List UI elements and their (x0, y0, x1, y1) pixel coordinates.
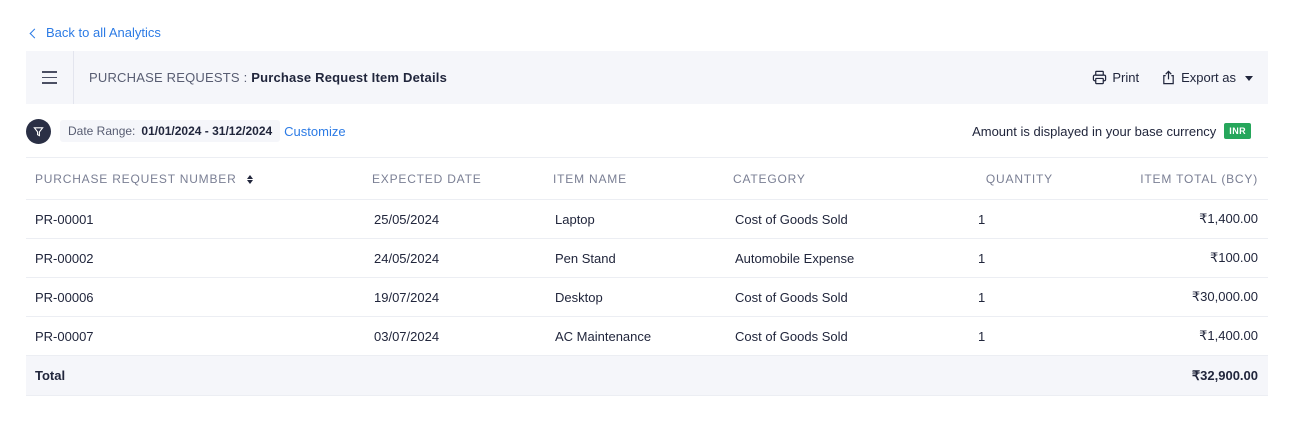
item-name: Pen Stand (555, 250, 616, 266)
purchase-request-number[interactable]: PR-00007 (26, 329, 372, 344)
item-name: Desktop (555, 289, 603, 305)
item-total: ₹30,000.00 (1191, 289, 1258, 304)
menu-icon-line (42, 76, 57, 79)
category: Automobile Expense (735, 250, 855, 266)
print-button[interactable]: Print (1092, 70, 1139, 85)
hamburger-menu-button[interactable] (26, 51, 74, 104)
back-to-analytics-link[interactable]: Back to all Analytics (29, 25, 161, 40)
expected-date: 03/07/2024 (374, 328, 440, 344)
filter-bar: Date Range: 01/01/2024 - 31/12/2024 Cust… (26, 117, 1268, 145)
export-icon (1163, 70, 1174, 85)
table-row[interactable]: PR-00001 25/05/2024 Laptop Cost of Goods… (26, 200, 1268, 239)
export-dropdown[interactable]: Export as (1161, 70, 1253, 85)
purchase-request-number[interactable]: PR-00002 (26, 251, 372, 266)
report-table: PURCHASE REQUEST NUMBER EXPECTED DATE IT… (26, 157, 1268, 396)
table-row[interactable]: PR-00007 03/07/2024 AC Maintenance Cost … (26, 317, 1268, 356)
category: Cost of Goods Sold (735, 328, 848, 344)
currency-note-text: Amount is displayed in your base currenc… (972, 123, 1217, 139)
item-total: ₹1,400.00 (1199, 211, 1258, 226)
table-total-row: Total ₹32,900.00 (26, 356, 1268, 396)
currency-note: Amount is displayed in your base currenc… (972, 123, 1251, 139)
date-range-value: 01/01/2024 - 31/12/2024 (141, 124, 273, 138)
menu-icon-line (42, 82, 57, 84)
currency-badge: INR (1224, 123, 1251, 139)
funnel-icon (33, 126, 44, 137)
print-label: Print (1112, 70, 1140, 85)
purchase-request-number[interactable]: PR-00006 (26, 290, 372, 305)
total-value: ₹32,900.00 (1191, 367, 1258, 383)
expected-date: 25/05/2024 (374, 211, 440, 227)
column-header-category[interactable]: CATEGORY (733, 172, 963, 186)
back-link-label: Back to all Analytics (46, 25, 161, 40)
quantity: 1 (978, 211, 986, 227)
report-name: Purchase Request Item Details (251, 70, 448, 85)
category: Cost of Goods Sold (735, 289, 848, 305)
page-title: PURCHASE REQUESTS : Purchase Request Ite… (89, 70, 447, 85)
item-name: AC Maintenance (555, 328, 652, 344)
printer-icon (1093, 70, 1107, 85)
caret-down-icon (1245, 76, 1253, 81)
category: Cost of Goods Sold (735, 211, 848, 227)
expected-date: 19/07/2024 (374, 289, 440, 305)
filter-button[interactable] (26, 118, 51, 144)
export-label: Export as (1181, 70, 1236, 85)
sort-icon[interactable] (246, 174, 253, 184)
item-total: ₹100.00 (1209, 250, 1258, 265)
quantity: 1 (978, 250, 986, 266)
expected-date: 24/05/2024 (374, 250, 440, 266)
table-row[interactable]: PR-00002 24/05/2024 Pen Stand Automobile… (26, 239, 1268, 278)
report-header: PURCHASE REQUESTS : Purchase Request Ite… (26, 51, 1268, 104)
menu-icon-line (42, 71, 57, 73)
date-range-filter[interactable]: Date Range: 01/01/2024 - 31/12/2024 (60, 120, 281, 142)
report-type: PURCHASE REQUESTS : (89, 70, 248, 85)
purchase-request-number[interactable]: PR-00001 (26, 212, 372, 227)
column-header-quantity[interactable]: QUANTITY (963, 172, 1093, 186)
column-header-item[interactable]: ITEM NAME (553, 172, 733, 186)
item-total: ₹1,400.00 (1199, 328, 1258, 343)
table-row[interactable]: PR-00006 19/07/2024 Desktop Cost of Good… (26, 278, 1268, 317)
quantity: 1 (978, 289, 986, 305)
column-header-date[interactable]: EXPECTED DATE (372, 172, 553, 186)
table-header-row: PURCHASE REQUEST NUMBER EXPECTED DATE IT… (26, 157, 1268, 200)
customize-link[interactable]: Customize (284, 124, 345, 139)
column-header-total[interactable]: ITEM TOTAL (BCY) (1093, 172, 1268, 186)
total-label: Total (35, 368, 66, 383)
date-range-label: Date Range: (68, 124, 136, 138)
quantity: 1 (978, 328, 986, 344)
column-header-number[interactable]: PURCHASE REQUEST NUMBER (26, 172, 372, 186)
item-name: Laptop (555, 211, 595, 227)
chevron-left-icon (29, 28, 40, 38)
